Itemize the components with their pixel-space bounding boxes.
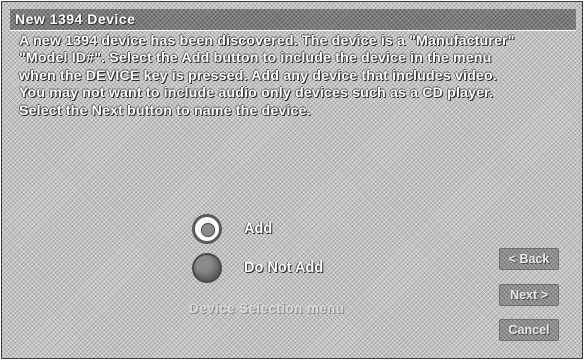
do-not-add-option-label: Do Not Add — [244, 260, 324, 276]
dialog-title: New 1394 Device — [15, 11, 136, 27]
cancel-button[interactable]: Cancel — [499, 319, 559, 341]
next-button[interactable]: Next > — [499, 284, 559, 306]
dialog-titlebar: New 1394 Device — [10, 9, 576, 31]
dialog-message: A new 1394 device has been discovered. T… — [19, 33, 515, 119]
do-not-add-option[interactable]: Do Not Add — [192, 253, 323, 283]
add-option-label: Add — [244, 221, 273, 237]
back-button[interactable]: < Back — [499, 248, 559, 270]
radio-unselected-icon[interactable] — [192, 253, 222, 283]
new-device-dialog: New 1394 Device A new 1394 device has be… — [1, 1, 583, 359]
radio-selected-icon[interactable] — [192, 214, 222, 244]
add-option[interactable]: Add — [192, 214, 272, 244]
device-selection-caption: Device Selection menu — [189, 301, 345, 316]
